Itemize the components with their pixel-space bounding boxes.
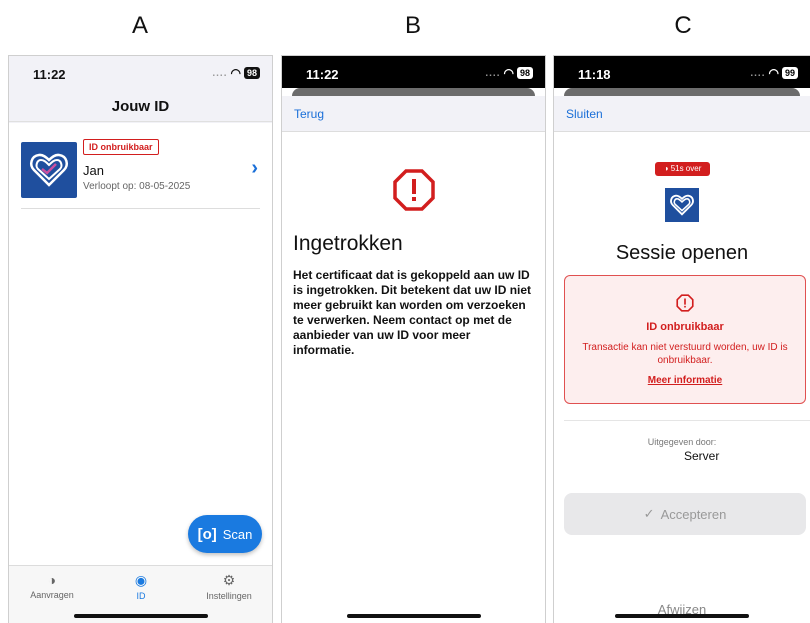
panel-label-a: A: [131, 12, 148, 39]
id-holder-name: Jan: [83, 163, 104, 178]
error-text: Transactie kan niet verstuurd worden, uw…: [582, 342, 788, 366]
accept-button[interactable]: ✓ Accepteren: [564, 493, 806, 535]
back-button[interactable]: Terug: [294, 107, 324, 121]
scan-label: Scan: [222, 526, 253, 542]
issued-by-label: Uitgegeven door:: [647, 437, 717, 447]
status-bar: 11:22 .... ◠ 98: [282, 56, 545, 88]
id-card[interactable]: ID onbruikbaar Jan Verloopt op: 08-05-20…: [21, 137, 260, 209]
home-indicator: [73, 614, 208, 618]
revoked-sheet: Terug Ingetrokken Het certificaat dat is…: [282, 96, 545, 623]
id-logo-icon: [665, 188, 699, 222]
sheet-backdrop: [292, 88, 535, 96]
signal-icon: ....: [212, 67, 228, 79]
revoked-title: Ingetrokken: [293, 232, 403, 255]
status-time: 11:18: [578, 67, 611, 82]
sheet-nav-bar: Terug: [282, 96, 545, 132]
tab-aanvragen[interactable]: ◑ Aanvragen: [12, 572, 92, 600]
signal-icon: ....: [750, 67, 766, 79]
status-bar: 11:18 .... ◠ 99: [554, 56, 810, 88]
id-list: ID onbruikbaar Jan Verloopt op: 08-05-20…: [9, 123, 272, 565]
gear-icon: ⚙: [222, 572, 236, 588]
tab-label: Aanvragen: [30, 590, 74, 600]
status-badge: ID onbruikbaar: [83, 139, 159, 155]
tab-label: Instellingen: [206, 591, 252, 601]
home-indicator: [615, 614, 749, 618]
battery-icon: 98: [243, 67, 260, 79]
status-icons: .... ◠ 98: [485, 66, 533, 80]
sheet-backdrop: [564, 88, 800, 96]
tab-id[interactable]: ◉ ID: [101, 572, 181, 601]
wifi-icon: ◠: [768, 66, 779, 80]
panel-label-b: B: [404, 12, 421, 39]
accept-label: Accepteren: [660, 506, 727, 522]
id-logo-icon: [21, 142, 77, 198]
countdown-badge: ◑ 51s over: [655, 162, 710, 176]
timer-text: 51s over: [670, 164, 702, 173]
error-box: ID onbruikbaar Transactie kan niet verst…: [564, 275, 806, 404]
close-button[interactable]: Sluiten: [566, 107, 603, 121]
status-time: 11:22: [33, 67, 66, 82]
status-icons: .... ◠ 98: [212, 66, 260, 80]
person-icon: ◉: [134, 572, 148, 588]
signal-icon: ....: [485, 67, 501, 79]
status-icons: .... ◠ 99: [750, 66, 798, 80]
status-time: 11:22: [306, 67, 339, 82]
checkmark-icon: ✓: [643, 506, 655, 521]
chevron-right-icon[interactable]: ›: [251, 157, 258, 180]
id-expiry: Verloopt op: 08-05-2025: [83, 181, 191, 192]
panel-label-c: C: [674, 12, 692, 39]
error-title: ID onbruikbaar: [646, 321, 724, 333]
divider: [564, 420, 810, 421]
requests-icon: ◑: [47, 572, 57, 588]
tab-label: ID: [136, 591, 146, 601]
warning-octagon-icon: [282, 168, 545, 217]
battery-icon: 98: [516, 67, 533, 79]
status-bar: 11:22 .... ◠ 98: [9, 56, 272, 92]
home-indicator: [346, 614, 481, 618]
phone-b-screen: 11:22 .... ◠ 98 Terug Ingetrokken Het ce…: [281, 55, 546, 623]
phone-a-screen: 11:22 .... ◠ 98 Jouw ID ID onbruikbaar J…: [8, 55, 273, 623]
timer-icon: ◑: [663, 164, 669, 173]
issued-by-value: Server: [684, 449, 720, 463]
wifi-icon: ◠: [503, 66, 514, 80]
tab-instellingen[interactable]: ⚙ Instellingen: [189, 572, 269, 601]
sheet-nav-bar: Sluiten: [554, 96, 810, 132]
more-info-link[interactable]: Meer informatie: [565, 375, 805, 386]
wifi-icon: ◠: [230, 66, 241, 80]
page-title: Jouw ID: [9, 92, 272, 122]
phone-c-screen: 11:18 .... ◠ 99 Sluiten ◑ 51s over Sessi…: [553, 55, 810, 623]
revoked-description: Het certificaat dat is gekoppeld aan uw …: [293, 268, 532, 357]
battery-icon: 99: [781, 67, 798, 79]
session-title: Sessie openen: [615, 242, 749, 264]
scan-icon: [o]: [197, 525, 217, 543]
session-sheet: Sluiten ◑ 51s over Sessie openen ID onbr…: [554, 96, 810, 623]
warning-octagon-icon: [565, 294, 805, 317]
scan-button[interactable]: [o] Scan: [188, 515, 262, 553]
